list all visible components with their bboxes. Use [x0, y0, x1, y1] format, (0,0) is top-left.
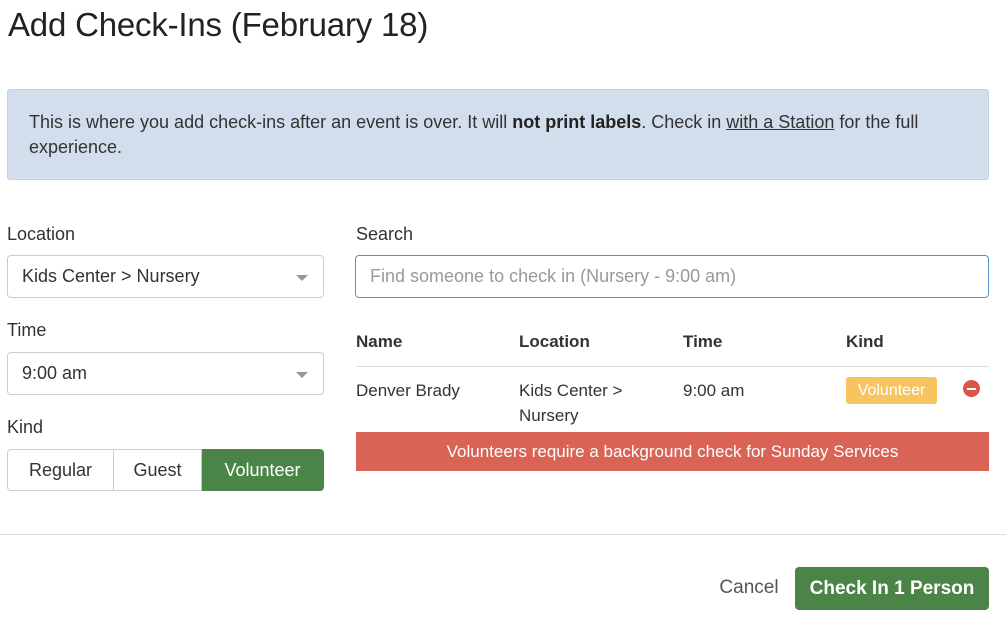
page-title: Add Check-Ins (February 18)	[8, 6, 429, 43]
row-location-line2: Nursery	[519, 406, 579, 425]
cancel-button[interactable]: Cancel	[712, 567, 786, 609]
time-select[interactable]: 9:00 am	[7, 352, 324, 395]
search-input[interactable]	[355, 255, 989, 298]
location-select[interactable]: Kids Center > Nursery	[7, 255, 324, 298]
column-header-name: Name	[356, 332, 403, 351]
row-location-line1: Kids Center >	[519, 381, 623, 400]
row-name: Denver Brady	[356, 381, 460, 400]
footer-divider	[0, 534, 1006, 535]
kind-option-guest[interactable]: Guest	[114, 449, 202, 491]
kind-label: Kind	[7, 417, 44, 437]
row-time: 9:00 am	[683, 381, 745, 400]
time-select-value: 9:00 am	[22, 363, 88, 383]
search-label: Search	[356, 224, 414, 244]
location-label: Location	[7, 224, 76, 244]
column-header-location: Location	[519, 332, 590, 351]
caret-down-icon	[296, 275, 308, 281]
minus-circle-icon[interactable]	[963, 380, 980, 397]
location-select-value: Kids Center > Nursery	[22, 266, 200, 286]
background-check-warning: Volunteers require a background check fo…	[356, 432, 989, 471]
column-header-time: Time	[683, 332, 723, 351]
column-header-kind: Kind	[846, 332, 884, 351]
info-notice: This is where you add check-ins after an…	[7, 89, 989, 180]
check-in-button[interactable]: Check In 1 Person	[795, 567, 989, 610]
notice-text: . Check in	[641, 112, 727, 132]
kind-badge: Volunteer	[846, 377, 937, 404]
row-location: Kids Center > Nursery	[519, 378, 622, 428]
station-link[interactable]: with a Station	[726, 112, 834, 132]
table-header-divider	[356, 366, 989, 367]
kind-toggle-group: Regular Guest Volunteer	[7, 449, 324, 491]
kind-option-regular[interactable]: Regular	[7, 449, 114, 491]
time-label: Time	[7, 320, 47, 340]
caret-down-icon	[296, 372, 308, 378]
notice-text: This is where you add check-ins after an…	[29, 112, 513, 132]
kind-option-volunteer[interactable]: Volunteer	[202, 449, 324, 491]
notice-bold-text: not print labels	[512, 112, 642, 132]
